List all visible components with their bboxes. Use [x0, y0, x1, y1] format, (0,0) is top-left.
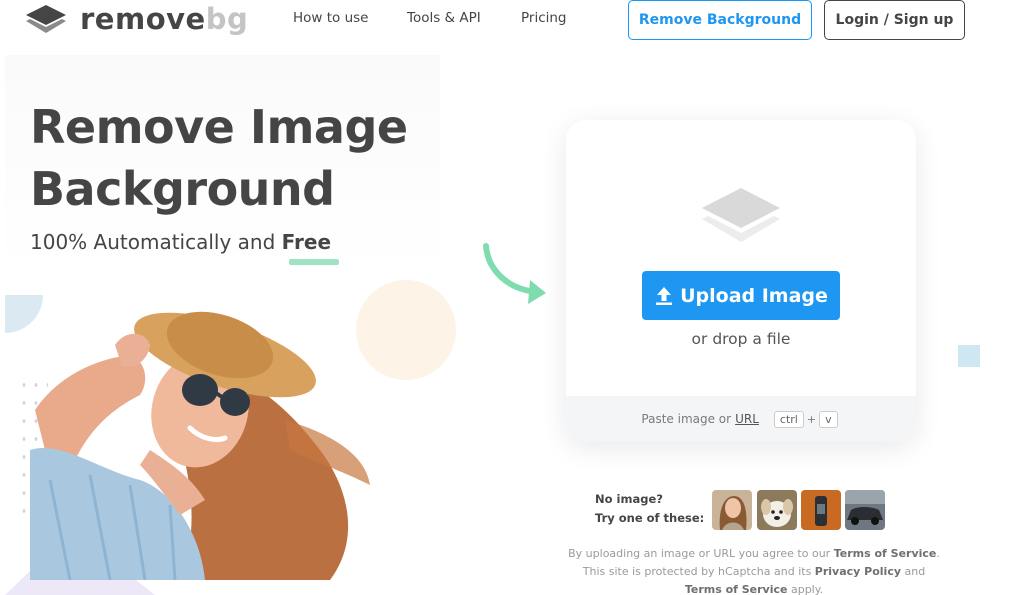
- nav-pricing[interactable]: Pricing: [521, 10, 567, 26]
- layers-icon: [702, 188, 780, 242]
- legal-notice: By uploading an image or URL you agree t…: [568, 545, 940, 595]
- page-title: Remove Image Background: [30, 96, 408, 220]
- login-signup-button[interactable]: Login / Sign up: [824, 0, 965, 40]
- title-line-1: Remove Image: [30, 100, 408, 154]
- upload-image-button[interactable]: Upload Image: [642, 271, 840, 320]
- logo-word-remove: remove: [80, 2, 206, 36]
- legal-text-3: and: [901, 565, 926, 578]
- privacy-policy-link[interactable]: Privacy Policy: [815, 565, 901, 578]
- kbd-plus: +: [806, 412, 817, 426]
- logo-word-bg: bg: [205, 2, 249, 36]
- sample-prompt-line2: Try one of these:: [595, 511, 705, 525]
- site-header: removebg How to use Tools & API Pricing …: [0, 0, 980, 48]
- hero-woman-photo: [30, 311, 370, 580]
- legal-text-4: apply.: [787, 583, 824, 595]
- sample-prompt: No image? Try one of these:: [595, 490, 704, 528]
- title-line-2: Background: [30, 162, 335, 216]
- kbd-v: v: [819, 410, 838, 428]
- sample-car-thumbnail[interactable]: [845, 490, 885, 530]
- subtitle-free: Free: [281, 230, 332, 254]
- remove-background-button[interactable]: Remove Background: [628, 0, 812, 40]
- decorative-blue-square: [958, 345, 980, 367]
- bottle-thumb-image: [801, 490, 841, 530]
- paste-label: Paste image or: [641, 412, 732, 426]
- nav-tools-api[interactable]: Tools & API: [407, 10, 481, 26]
- dog-thumb-image: [757, 490, 797, 530]
- legal-text-1: By uploading an image or URL you agree t…: [568, 547, 834, 560]
- sample-bottle-thumbnail[interactable]: [801, 490, 841, 530]
- logo[interactable]: removebg: [24, 2, 248, 36]
- upload-button-label: Upload Image: [680, 284, 828, 307]
- free-underline: [289, 259, 339, 265]
- hero-subtitle: 100% Automatically and Free: [30, 230, 331, 254]
- terms-of-service-link[interactable]: Terms of Service: [834, 547, 937, 560]
- sample-woman-thumbnail[interactable]: [712, 490, 752, 530]
- drop-file-text: or drop a file: [691, 330, 791, 348]
- green-curved-arrow-icon: [483, 243, 546, 304]
- woman-thumb-image: [712, 490, 752, 530]
- nav-how-to-use[interactable]: How to use: [293, 10, 368, 26]
- subtitle-prefix: 100% Automatically and: [30, 230, 282, 254]
- car-thumb-image: [845, 490, 885, 530]
- logo-wordmark: removebg: [80, 2, 248, 36]
- paste-bar: Paste image or URL ctrl + v: [566, 396, 916, 442]
- sample-dog-thumbnail[interactable]: [757, 490, 797, 530]
- sample-prompt-line1: No image?: [595, 492, 663, 506]
- upload-card[interactable]: Upload Image or drop a file Paste image …: [566, 120, 916, 442]
- hcaptcha-terms-link[interactable]: Terms of Service: [685, 583, 788, 595]
- layers-logo-icon: [26, 5, 66, 33]
- paste-url-link[interactable]: URL: [735, 412, 759, 426]
- kbd-ctrl: ctrl: [773, 410, 804, 428]
- upload-arrow-icon: [656, 286, 673, 305]
